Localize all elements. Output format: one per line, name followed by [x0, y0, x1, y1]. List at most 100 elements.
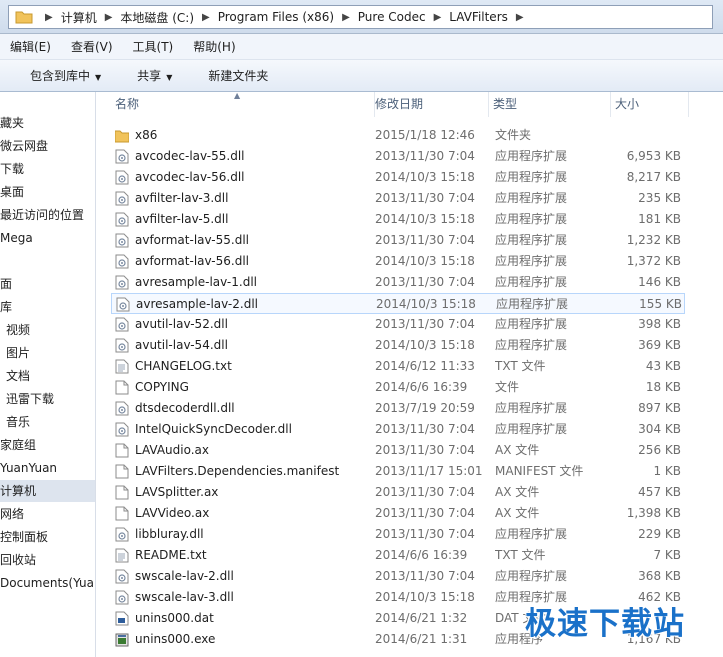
file-date: 2013/11/30 7:04 — [375, 422, 475, 436]
nav-item[interactable]: 迅雷下载 — [6, 388, 95, 410]
file-size: 897 KB — [638, 401, 681, 415]
file-name: avfilter-lav-3.dll — [135, 191, 229, 205]
column-type[interactable]: 类型 — [489, 92, 611, 117]
breadcrumb-lavfilters[interactable]: LAVFilters — [449, 10, 508, 24]
dll-file-icon — [115, 317, 129, 332]
nav-item[interactable]: 控制面板 — [0, 526, 95, 548]
menu-tools[interactable]: 工具(T) — [133, 38, 174, 55]
file-row[interactable]: COPYING 2014/6/6 16:39 文件 18 KB — [111, 377, 685, 398]
nav-item[interactable]: 库 — [0, 296, 95, 318]
file-row[interactable]: avfilter-lav-5.dll 2014/10/3 15:18 应用程序扩展 1… — [111, 209, 685, 230]
file-date: 2013/11/30 7:04 — [375, 191, 475, 205]
file-date: 2013/11/30 7:04 — [375, 317, 475, 331]
file-name: LAVFilters.Dependencies.manifest — [135, 464, 340, 478]
dll-file-icon — [115, 569, 129, 584]
file-row[interactable]: LAVVideo.ax 2013/11/30 7:04 AX 文件 1,398 KB — [111, 503, 685, 524]
menu-edit[interactable]: 编辑(E) — [10, 38, 51, 55]
file-row[interactable]: avcodec-lav-55.dll 2013/11/30 7:04 应用程序扩展 6… — [111, 146, 685, 167]
breadcrumb-pure-codec[interactable]: Pure Codec — [358, 10, 426, 24]
file-date: 2014/10/3 15:18 — [375, 254, 475, 268]
watermark-logo: 极速下载站 — [525, 606, 685, 642]
file-row[interactable]: LAVSplitter.ax 2013/11/30 7:04 AX 文件 457 KB — [111, 482, 685, 503]
column-size[interactable]: 大小 — [611, 92, 689, 117]
nav-item[interactable]: 最近访问的位置 — [0, 204, 95, 226]
file-row[interactable]: avfilter-lav-3.dll 2013/11/30 7:04 应用程序扩展 2… — [111, 188, 685, 209]
file-row[interactable]: x86 2015/1/18 12:46 文件夹 — [111, 125, 685, 146]
file-row[interactable]: README.txt 2014/6/6 16:39 TXT 文件 7 KB — [111, 545, 685, 566]
file-row[interactable]: IntelQuickSyncDecoder.dll 2013/11/30 7:04… — [111, 419, 685, 440]
file-size: 1 KB — [653, 464, 681, 478]
file-row[interactable]: avcodec-lav-56.dll 2014/10/3 15:18 应用程序扩展 8… — [111, 167, 685, 188]
file-size: 369 KB — [638, 338, 681, 352]
file-row[interactable]: dtsdecoderdll.dll 2013/7/19 20:59 应用程序扩展 89… — [111, 398, 685, 419]
breadcrumb-separator-icon[interactable]: ▶ — [202, 12, 210, 23]
dll-file-icon — [115, 233, 129, 248]
dll-file-icon — [115, 422, 129, 437]
nav-item[interactable]: Documents(Yuan — [0, 572, 95, 594]
file-name: avfilter-lav-5.dll — [135, 212, 229, 226]
file-name: swscale-lav-2.dll — [135, 569, 234, 583]
file-name: avformat-lav-56.dll — [135, 254, 249, 268]
nav-item[interactable]: 微云网盘 — [0, 135, 95, 157]
file-row[interactable]: swscale-lav-2.dll 2013/11/30 7:04 应用程序扩展 36… — [111, 566, 685, 587]
breadcrumb-program-files[interactable]: Program Files (x86) — [218, 10, 334, 24]
file-row[interactable]: avformat-lav-55.dll 2013/11/30 7:04 应用程序扩展… — [111, 230, 685, 251]
column-date[interactable]: 修改日期 — [371, 92, 489, 117]
nav-item[interactable]: 藏夹 — [0, 112, 95, 134]
file-row[interactable]: avutil-lav-54.dll 2014/10/3 15:18 应用程序扩展 36… — [111, 335, 685, 356]
nav-item[interactable]: 面 — [0, 273, 95, 295]
breadcrumb-separator-icon[interactable]: ▶ — [434, 12, 442, 23]
address-bar[interactable]: ▶ 计算机 ▶ 本地磁盘 (C:) ▶ Program Files (x86) … — [8, 5, 713, 29]
file-size: 181 KB — [638, 212, 681, 226]
file-date: 2014/10/3 15:18 — [375, 590, 475, 604]
column-name[interactable]: 名称 — [111, 92, 375, 117]
breadcrumb-separator-icon[interactable]: ▶ — [105, 12, 113, 23]
dll-file-icon — [115, 275, 129, 290]
share-button[interactable]: 共享 ▼ — [137, 67, 172, 84]
menu-help[interactable]: 帮助(H) — [193, 38, 235, 55]
file-date: 2013/11/30 7:04 — [375, 233, 475, 247]
file-row[interactable]: CHANGELOG.txt 2014/6/12 11:33 TXT 文件 43 KB — [111, 356, 685, 377]
file-date: 2015/1/18 12:46 — [375, 128, 475, 142]
nav-item[interactable]: Mega — [0, 227, 95, 249]
breadcrumb-separator-icon[interactable]: ▶ — [342, 12, 350, 23]
include-in-library-button[interactable]: 包含到库中 ▼ — [30, 67, 101, 84]
nav-item[interactable]: 文档 — [6, 365, 95, 387]
nav-item[interactable]: 图片 — [6, 342, 95, 364]
file-date: 2014/6/6 16:39 — [375, 380, 468, 394]
breadcrumb-local-disk[interactable]: 本地磁盘 (C:) — [120, 9, 194, 26]
nav-item[interactable]: 音乐 — [6, 411, 95, 433]
file-row[interactable]: avresample-lav-2.dll 2014/10/3 15:18 应用程序扩… — [111, 293, 685, 314]
file-row[interactable]: avutil-lav-52.dll 2013/11/30 7:04 应用程序扩展 39… — [111, 314, 685, 335]
file-row[interactable]: LAVAudio.ax 2013/11/30 7:04 AX 文件 256 KB — [111, 440, 685, 461]
file-row[interactable]: LAVFilters.Dependencies.manifest 2013/11/… — [111, 461, 685, 482]
file-date: 2013/11/30 7:04 — [375, 527, 475, 541]
menu-view[interactable]: 查看(V) — [71, 38, 113, 55]
nav-item[interactable]: YuanYuan — [0, 457, 95, 479]
file-row[interactable]: libbluray.dll 2013/11/30 7:04 应用程序扩展 229 KB — [111, 524, 685, 545]
nav-item[interactable]: 桌面 — [0, 181, 95, 203]
file-size: 1,232 KB — [626, 233, 681, 247]
breadcrumb-separator-icon: ▶ — [45, 11, 53, 23]
file-name: LAVVideo.ax — [135, 506, 210, 520]
nav-item[interactable]: 网络 — [0, 503, 95, 525]
new-folder-button[interactable]: 新建文件夹 — [208, 67, 268, 84]
nav-item[interactable]: 家庭组 — [0, 434, 95, 456]
nav-item[interactable]: 视频 — [6, 319, 95, 341]
nav-item[interactable]: 下载 — [0, 158, 95, 180]
file-date: 2014/10/3 15:18 — [375, 212, 475, 226]
dll-file-icon — [116, 297, 130, 312]
file-row[interactable]: avformat-lav-56.dll 2014/10/3 15:18 应用程序扩展… — [111, 251, 685, 272]
dll-file-icon — [115, 527, 129, 542]
blank-file-icon — [115, 464, 129, 479]
file-size: 229 KB — [638, 527, 681, 541]
file-row[interactable]: avresample-lav-1.dll 2013/11/30 7:04 应用程序扩… — [111, 272, 685, 293]
nav-item[interactable]: 计算机 — [0, 480, 95, 502]
file-name: unins000.dat — [135, 611, 214, 625]
breadcrumb-computer[interactable]: 计算机 — [61, 9, 97, 26]
chevron-down-icon: ▼ — [166, 73, 173, 82]
file-date: 2013/11/30 7:04 — [375, 443, 475, 457]
nav-item[interactable]: 回收站 — [0, 549, 95, 571]
breadcrumb-separator-icon[interactable]: ▶ — [516, 12, 524, 23]
navigation-pane: 藏夹 微云网盘 下载 桌面 最近访问的位置 Mega 面库视频 图片 文档 迅雷下载 音乐 家庭组 Yu… — [0, 92, 96, 657]
